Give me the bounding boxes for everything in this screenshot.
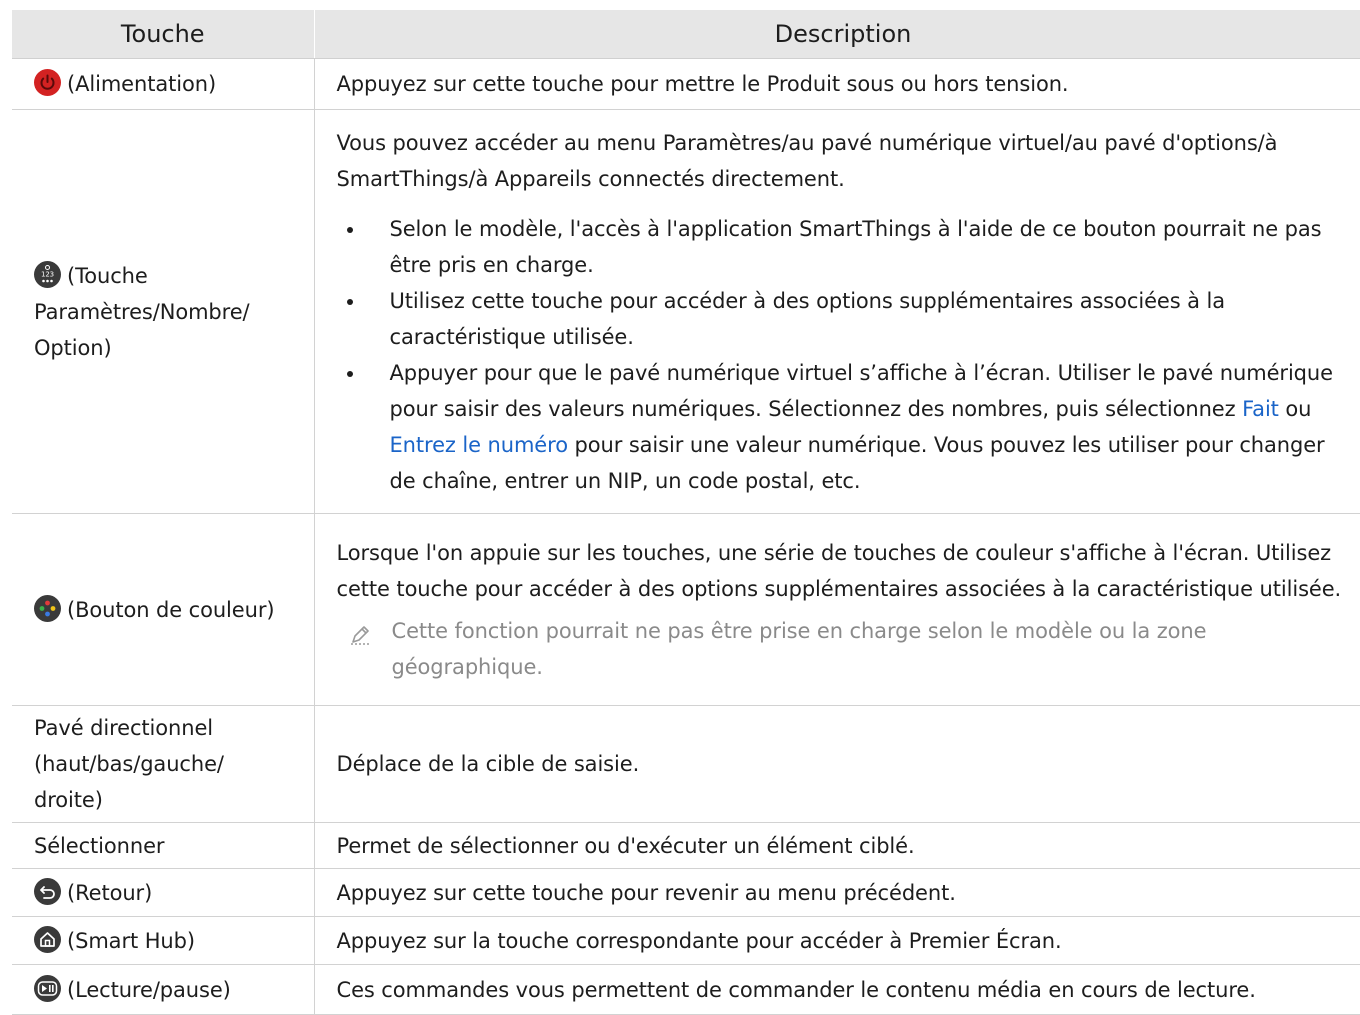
key-label: (Smart Hub) (67, 929, 195, 953)
text-line: Lorsque l'on appuie sur les touches, une… (337, 535, 1360, 571)
text-line: de chaîne, entrer un NIP, un code postal… (390, 463, 1360, 499)
remote-keys-table: Touche Description (Alimentation) Appuye… (12, 10, 1360, 1015)
power-icon (34, 69, 61, 96)
key-cell: (Smart Hub) (12, 917, 314, 965)
key-label: (Bouton de couleur) (67, 598, 274, 622)
svg-text:123: 123 (41, 270, 54, 278)
table-row-play: (Lecture/pause) Ces commandes vous perme… (12, 965, 1360, 1015)
note-text-line: géographique. (392, 649, 1360, 685)
pencil-note-icon (349, 621, 371, 657)
text-line: être pris en charge. (390, 247, 1360, 283)
key-label-line: Paramètres/Nombre/ (34, 294, 314, 330)
text-line: Appuyer pour que le pavé numérique virtu… (390, 355, 1360, 391)
description-cell: Appuyez sur la touche correspondante pou… (314, 917, 1360, 965)
list-item: Utilisez cette touche pour accéder à des… (337, 283, 1360, 355)
back-icon (34, 878, 61, 905)
key-cell: (Alimentation) (12, 59, 314, 110)
key-label: (Lecture/pause) (67, 978, 231, 1002)
home-icon (34, 926, 61, 953)
description-cell: Vous pouvez accéder au menu Paramètres/a… (314, 110, 1360, 514)
table-row-power: (Alimentation) Appuyez sur cette touche … (12, 59, 1360, 110)
key-cell: 123 (Touche Paramètres/Nombre/ Option) (12, 110, 314, 514)
text-line: cette touche pour accéder à des options … (337, 571, 1360, 607)
key-cell: (Retour) (12, 869, 314, 917)
text-segment: pour saisir une valeur numérique. Vous p… (568, 433, 1325, 457)
description-cell: Déplace de la cible de saisie. (314, 706, 1360, 823)
key-label-line: (Touche (67, 264, 148, 288)
key-label-line: Pavé directionnel (34, 710, 314, 746)
list-item: Appuyer pour que le pavé numérique virtu… (337, 355, 1360, 499)
key-cell: (Lecture/pause) (12, 965, 314, 1015)
description-cell: Ces commandes vous permettent de command… (314, 965, 1360, 1015)
color-button-icon (34, 595, 61, 622)
key-label: (Retour) (67, 881, 152, 905)
settings-number-icon: 123 (34, 261, 61, 288)
description-intro: Vous pouvez accéder au menu Paramètres/a… (337, 125, 1360, 197)
description-cell: Permet de sélectionner ou d'exécuter un … (314, 823, 1360, 869)
text-line: Vous pouvez accéder au menu Paramètres/a… (337, 125, 1360, 161)
note-text-line: Cette fonction pourrait ne pas être pris… (392, 613, 1360, 649)
table-row-home: (Smart Hub) Appuyez sur la touche corres… (12, 917, 1360, 965)
table-header-row: Touche Description (12, 10, 1360, 59)
bullet-list: Selon le modèle, l'accès à l'application… (337, 211, 1360, 499)
text-line: Selon le modèle, l'accès à l'application… (390, 211, 1360, 247)
text-line: pour saisir des valeurs numériques. Séle… (390, 391, 1360, 427)
key-label-line: Option) (34, 330, 314, 366)
text-line: Utilisez cette touche pour accéder à des… (390, 283, 1360, 319)
play-pause-icon (34, 975, 61, 1002)
key-label-line: droite) (34, 782, 314, 818)
note: Cette fonction pourrait ne pas être pris… (337, 613, 1360, 685)
description-cell: Appuyez sur cette touche pour mettre le … (314, 59, 1360, 110)
key-cell: (Bouton de couleur) (12, 514, 314, 706)
description-cell: Lorsque l'on appuie sur les touches, une… (314, 514, 1360, 706)
list-item: Selon le modèle, l'accès à l'application… (337, 211, 1360, 283)
key-label: (Alimentation) (67, 72, 216, 96)
text-line: SmartThings/à Appareils connectés direct… (337, 161, 1360, 197)
text-segment: ou (1279, 397, 1312, 421)
column-header-description: Description (314, 10, 1360, 59)
description-cell: Appuyez sur cette touche pour revenir au… (314, 869, 1360, 917)
key-cell: Sélectionner (12, 823, 314, 869)
table-row-settings: 123 (Touche Paramètres/Nombre/ Option) V… (12, 110, 1360, 514)
description-text: Lorsque l'on appuie sur les touches, une… (337, 535, 1360, 607)
text-line: Entrez le numéro pour saisir une valeur … (390, 427, 1360, 463)
text-segment: pour saisir des valeurs numériques. Séle… (390, 397, 1243, 421)
key-label-line: (haut/bas/gauche/ (34, 746, 314, 782)
table-row-back: (Retour) Appuyez sur cette touche pour r… (12, 869, 1360, 917)
table-row-select: Sélectionner Permet de sélectionner ou d… (12, 823, 1360, 869)
column-header-key: Touche (12, 10, 314, 59)
table-row-dpad: Pavé directionnel (haut/bas/gauche/ droi… (12, 706, 1360, 823)
link-fait[interactable]: Fait (1242, 397, 1279, 421)
text-line: caractéristique utilisée. (390, 319, 1360, 355)
link-entrez-le-numero[interactable]: Entrez le numéro (390, 433, 568, 457)
key-cell: Pavé directionnel (haut/bas/gauche/ droi… (12, 706, 314, 823)
table-row-color: (Bouton de couleur) Lorsque l'on appuie … (12, 514, 1360, 706)
